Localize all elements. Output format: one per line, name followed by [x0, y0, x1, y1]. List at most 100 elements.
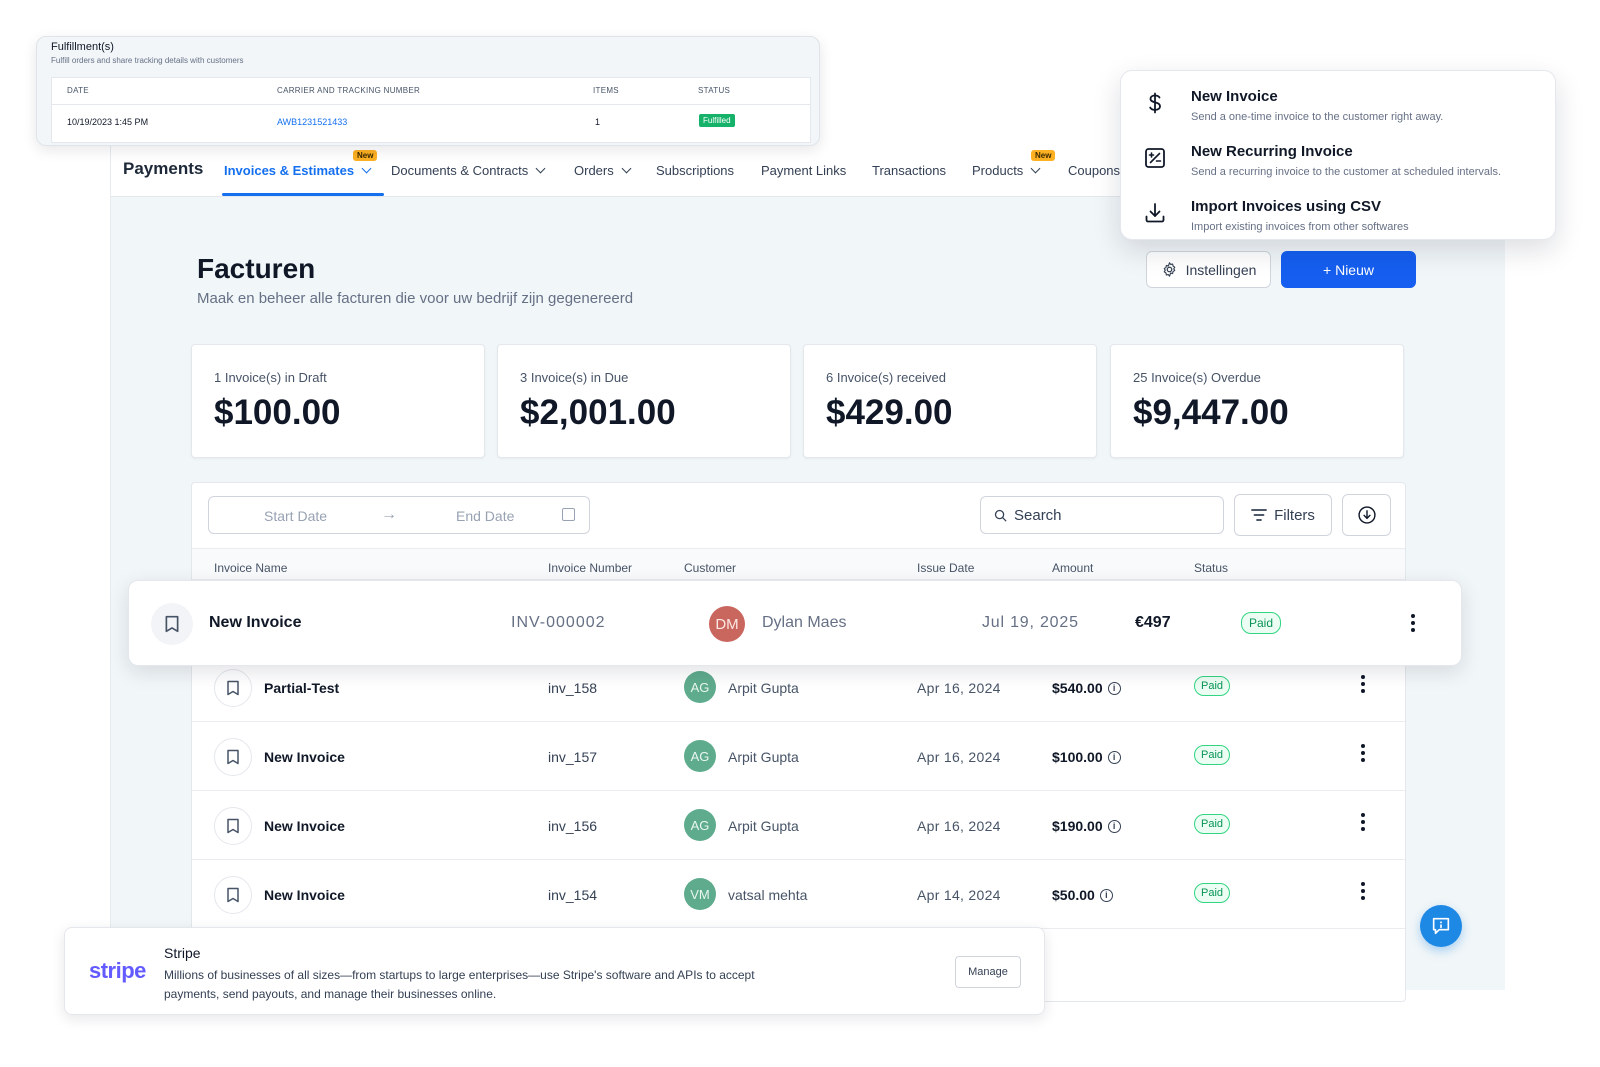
avatar: VM [684, 878, 716, 910]
invoice-name[interactable]: Partial-Test [264, 680, 339, 696]
menu-item-title: New Invoice [1191, 88, 1278, 105]
stat-label: 25 Invoice(s) Overdue [1133, 370, 1261, 385]
column-header[interactable]: Customer [684, 561, 736, 575]
filters-label: Filters [1274, 506, 1315, 524]
invoice-doc-icon [214, 669, 252, 707]
amount-value: $540.00 [1052, 680, 1103, 696]
more-options-icon[interactable] [1410, 614, 1416, 636]
stat-label: 3 Invoice(s) in Due [520, 370, 629, 385]
amount: $540.00 i [1052, 680, 1121, 696]
more-options-icon[interactable] [1360, 813, 1366, 835]
column-header[interactable]: Issue Date [917, 561, 974, 575]
table-row[interactable]: New Invoice inv_154 VM vatsal mehta Apr … [192, 860, 1405, 929]
highlighted-invoice-row[interactable]: New Invoice INV-000002 DM Dylan Maes Jul… [128, 580, 1462, 666]
download-button[interactable] [1342, 494, 1391, 536]
menu-item-new-invoice[interactable]: New Invoice Send a one-time invoice to t… [1121, 77, 1557, 133]
invoice-name[interactable]: New Invoice [264, 887, 345, 903]
stat-label: 6 Invoice(s) received [826, 370, 946, 385]
tab-orders[interactable]: Orders [574, 163, 632, 178]
menu-item-import-csv[interactable]: Import Invoices using CSV Import existin… [1121, 187, 1557, 243]
tab-transactions[interactable]: Transactions [872, 163, 946, 178]
search-input[interactable]: Search [980, 496, 1224, 534]
status-badge: Paid [1194, 676, 1231, 696]
gear-icon [1163, 262, 1175, 277]
tab-coupons[interactable]: Coupons [1068, 163, 1120, 178]
fulfillment-title: Fulfillment(s) [51, 41, 114, 53]
invoice-name[interactable]: New Invoice [209, 614, 301, 632]
column-header: CARRIER AND TRACKING NUMBER [277, 86, 421, 95]
stat-label: 1 Invoice(s) in Draft [214, 370, 327, 385]
filters-button[interactable]: Filters [1234, 494, 1332, 536]
info-icon[interactable]: i [1107, 819, 1121, 833]
invoice-name[interactable]: New Invoice [264, 818, 345, 834]
info-icon[interactable]: i [1107, 750, 1121, 764]
amount-value: €497 [1135, 614, 1171, 631]
search-placeholder: Search [1014, 506, 1062, 524]
payments-app: Payments Invoices & Estimates New Docume… [110, 140, 1506, 1002]
invoice-name[interactable]: New Invoice [264, 749, 345, 765]
table-row[interactable]: New Invoice inv_156 AG Arpit Gupta Apr 1… [192, 791, 1405, 860]
invoice-number: inv_158 [548, 680, 598, 696]
tab-products[interactable]: Products [972, 163, 1041, 178]
divider [52, 104, 810, 105]
chevron-down-icon [621, 163, 632, 174]
column-header[interactable]: Amount [1052, 561, 1093, 575]
tab-payment-links[interactable]: Payment Links [761, 163, 846, 178]
settings-button[interactable]: Instellingen [1146, 251, 1271, 288]
arrow-right-icon: → [381, 506, 397, 523]
calendar-icon [562, 508, 575, 521]
invoice-number: INV-000002 [511, 614, 606, 631]
column-header[interactable]: Invoice Number [548, 561, 632, 575]
stripe-logo: stripe [89, 958, 146, 983]
issue-date: Apr 16, 2024 [917, 818, 1001, 834]
fulfillment-table: DATE CARRIER AND TRACKING NUMBER ITEMS S… [51, 77, 811, 143]
tab-documents-contracts[interactable]: Documents & Contracts [391, 163, 546, 178]
customer-name: Arpit Gupta [728, 680, 799, 696]
table-header: Invoice Name Invoice Number Customer Iss… [192, 548, 1405, 580]
menu-item-description: Send a one-time invoice to the customer … [1191, 111, 1444, 123]
tab-label: Invoices & Estimates [224, 163, 355, 178]
stat-value: $100.00 [214, 393, 341, 432]
menu-item-new-recurring-invoice[interactable]: New Recurring Invoice Send a recurring i… [1121, 132, 1557, 188]
new-badge: New [1031, 150, 1056, 161]
more-options-icon[interactable] [1360, 882, 1366, 904]
fulfillment-date: 10/19/2023 1:45 PM [67, 117, 149, 127]
screen: Payments Invoices & Estimates New Docume… [0, 0, 1600, 1067]
column-header: DATE [67, 86, 89, 95]
invoice-doc-icon [151, 603, 193, 645]
nav-brand: Payments [123, 159, 204, 178]
download-icon [1357, 506, 1376, 524]
avatar: AG [684, 740, 716, 772]
info-icon[interactable]: i [1099, 888, 1113, 902]
stat-value: $9,447.00 [1133, 393, 1289, 432]
invoice-number: inv_157 [548, 749, 598, 765]
customer-name: vatsal mehta [728, 887, 808, 903]
chat-widget-button[interactable] [1420, 905, 1462, 947]
tab-subscriptions[interactable]: Subscriptions [656, 163, 734, 178]
amount: $50.00 i [1052, 887, 1113, 903]
tab-invoices-estimates[interactable]: Invoices & Estimates [224, 163, 372, 178]
more-options-icon[interactable] [1360, 675, 1366, 697]
status-badge: Paid [1194, 745, 1231, 765]
more-options-icon[interactable] [1360, 744, 1366, 766]
manage-button[interactable]: Manage [955, 956, 1021, 988]
new-button[interactable]: + Nieuw [1281, 251, 1416, 288]
issue-date: Apr 14, 2024 [917, 887, 1001, 903]
end-date-input[interactable]: End Date [456, 508, 514, 524]
tracking-link[interactable]: AWB1231521433 [277, 117, 347, 127]
stat-value: $429.00 [826, 393, 953, 432]
amount-value: $50.00 [1052, 887, 1095, 903]
invoice-table-card: Start Date → End Date Search Filters Inv… [191, 482, 1406, 1002]
issue-date: Jul 19, 2025 [982, 614, 1079, 631]
column-header[interactable]: Status [1194, 561, 1228, 575]
table-row[interactable]: New Invoice inv_157 AG Arpit Gupta Apr 1… [192, 722, 1405, 791]
date-range-picker[interactable]: Start Date → End Date [208, 496, 590, 534]
invoice-number: inv_154 [548, 887, 598, 903]
tab-label: Products [972, 163, 1024, 178]
info-icon[interactable]: i [1107, 681, 1121, 695]
download-icon [1145, 203, 1165, 223]
start-date-input[interactable]: Start Date [264, 508, 327, 524]
status-badge: Paid [1241, 612, 1282, 634]
column-header[interactable]: Invoice Name [214, 561, 287, 575]
fulfillment-subtitle: Fulfill orders and share tracking detail… [51, 56, 244, 65]
